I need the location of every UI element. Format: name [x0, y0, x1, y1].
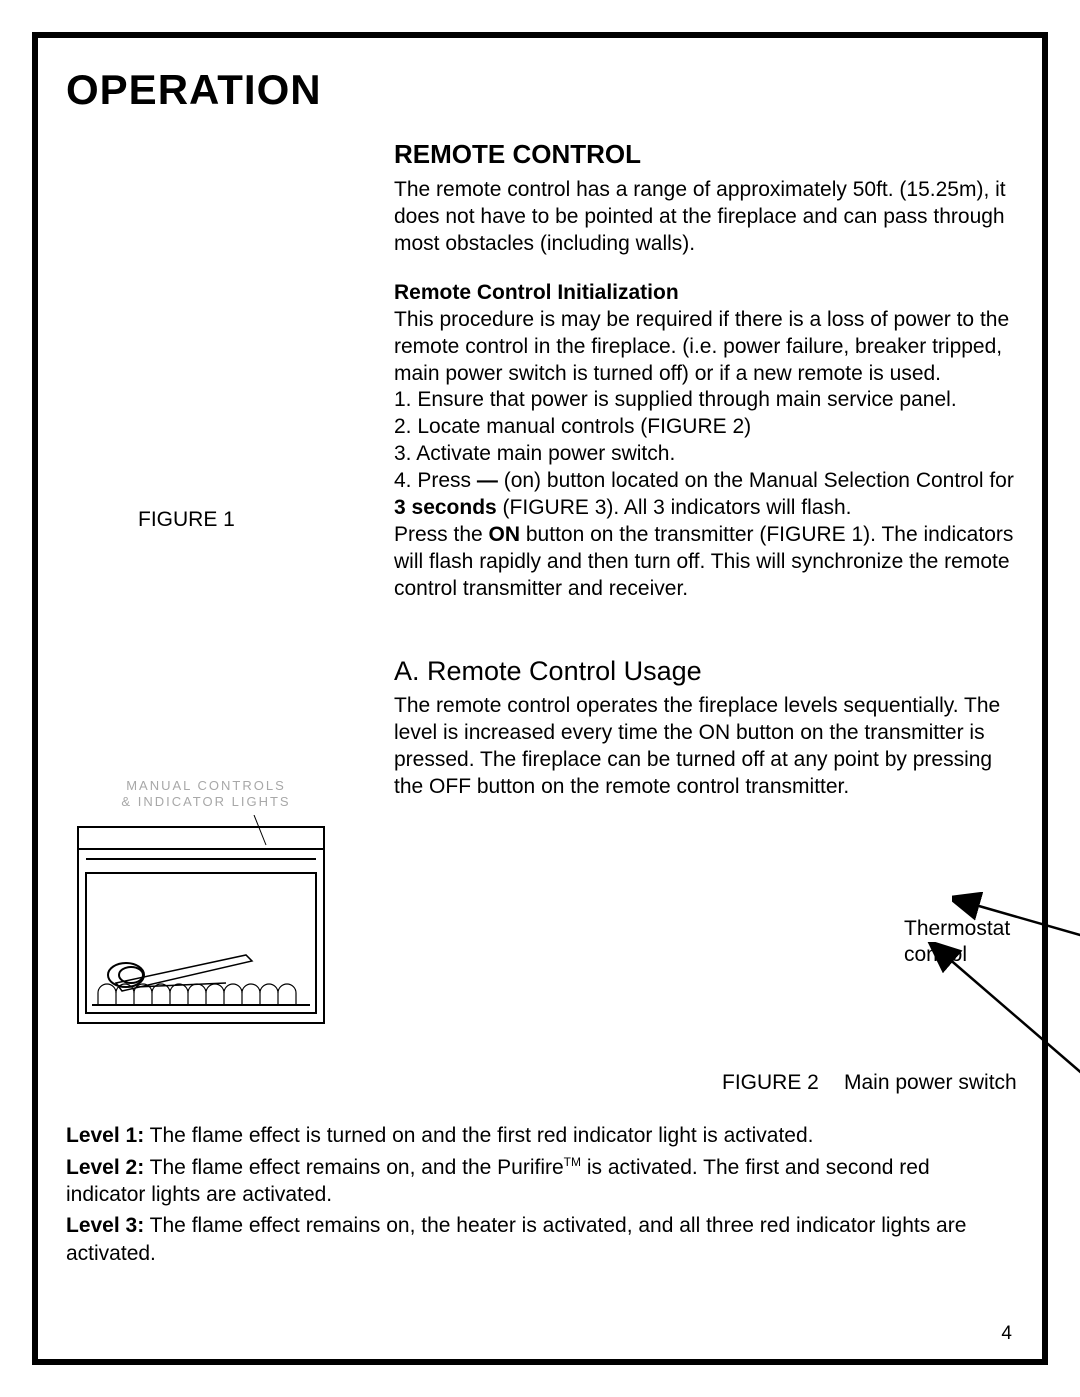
right-column: REMOTE CONTROL The remote control has a …: [394, 138, 1014, 1092]
page-frame: OPERATION FIGURE 1 MANUAL CONTROLS & IND…: [32, 32, 1048, 1365]
fireplace-diagram-label-line1: MANUAL CONTROLS: [76, 778, 336, 794]
step-2: 2. Locate manual controls (FIGURE 2): [394, 414, 1014, 441]
fireplace-diagram: MANUAL CONTROLS & INDICATOR LIGHTS: [76, 778, 336, 1025]
page: OPERATION FIGURE 1 MANUAL CONTROLS & IND…: [0, 0, 1080, 1397]
main-power-label: Main power switch: [844, 1070, 1034, 1097]
level-2: Level 2: The flame effect remains on, an…: [66, 1154, 1014, 1209]
section-heading: OPERATION: [66, 66, 1014, 114]
step-1: 1. Ensure that power is supplied through…: [394, 387, 1014, 414]
step-5: Press the ON button on the transmitter (…: [394, 522, 1014, 603]
step-3: 3. Activate main power switch.: [394, 441, 1014, 468]
figure-2-caption: FIGURE 2: [722, 1070, 819, 1097]
page-number: 4: [1001, 1323, 1012, 1345]
remote-init-heading: Remote Control Initialization: [394, 280, 1014, 307]
usage-heading: A. Remote Control Usage: [394, 654, 1014, 689]
fireplace-diagram-label-line2: & INDICATOR LIGHTS: [76, 794, 336, 810]
figure-2-region: FIGURE 2: [394, 892, 1014, 1092]
levels-section: Level 1: The flame effect is turned on a…: [66, 1122, 1014, 1266]
figure-1-caption: FIGURE 1: [138, 508, 366, 532]
thermostat-label: Thermostat control: [904, 916, 1024, 966]
remote-init-intro: This procedure is may be required if the…: [394, 307, 1014, 388]
level-1: Level 1: The flame effect is turned on a…: [66, 1122, 1014, 1149]
usage-body: The remote control operates the fireplac…: [394, 693, 1014, 801]
level-3: Level 3: The flame effect remains on, th…: [66, 1212, 1014, 1267]
remote-control-heading: REMOTE CONTROL: [394, 138, 1014, 171]
step-4: 4. Press — (on) button located on the Ma…: [394, 468, 1014, 522]
two-column-layout: FIGURE 1 MANUAL CONTROLS & INDICATOR LIG…: [66, 138, 1014, 1092]
fireplace-svg: [76, 815, 326, 1025]
left-column: FIGURE 1 MANUAL CONTROLS & INDICATOR LIG…: [66, 138, 366, 1092]
remote-intro: The remote control has a range of approx…: [394, 177, 1014, 258]
